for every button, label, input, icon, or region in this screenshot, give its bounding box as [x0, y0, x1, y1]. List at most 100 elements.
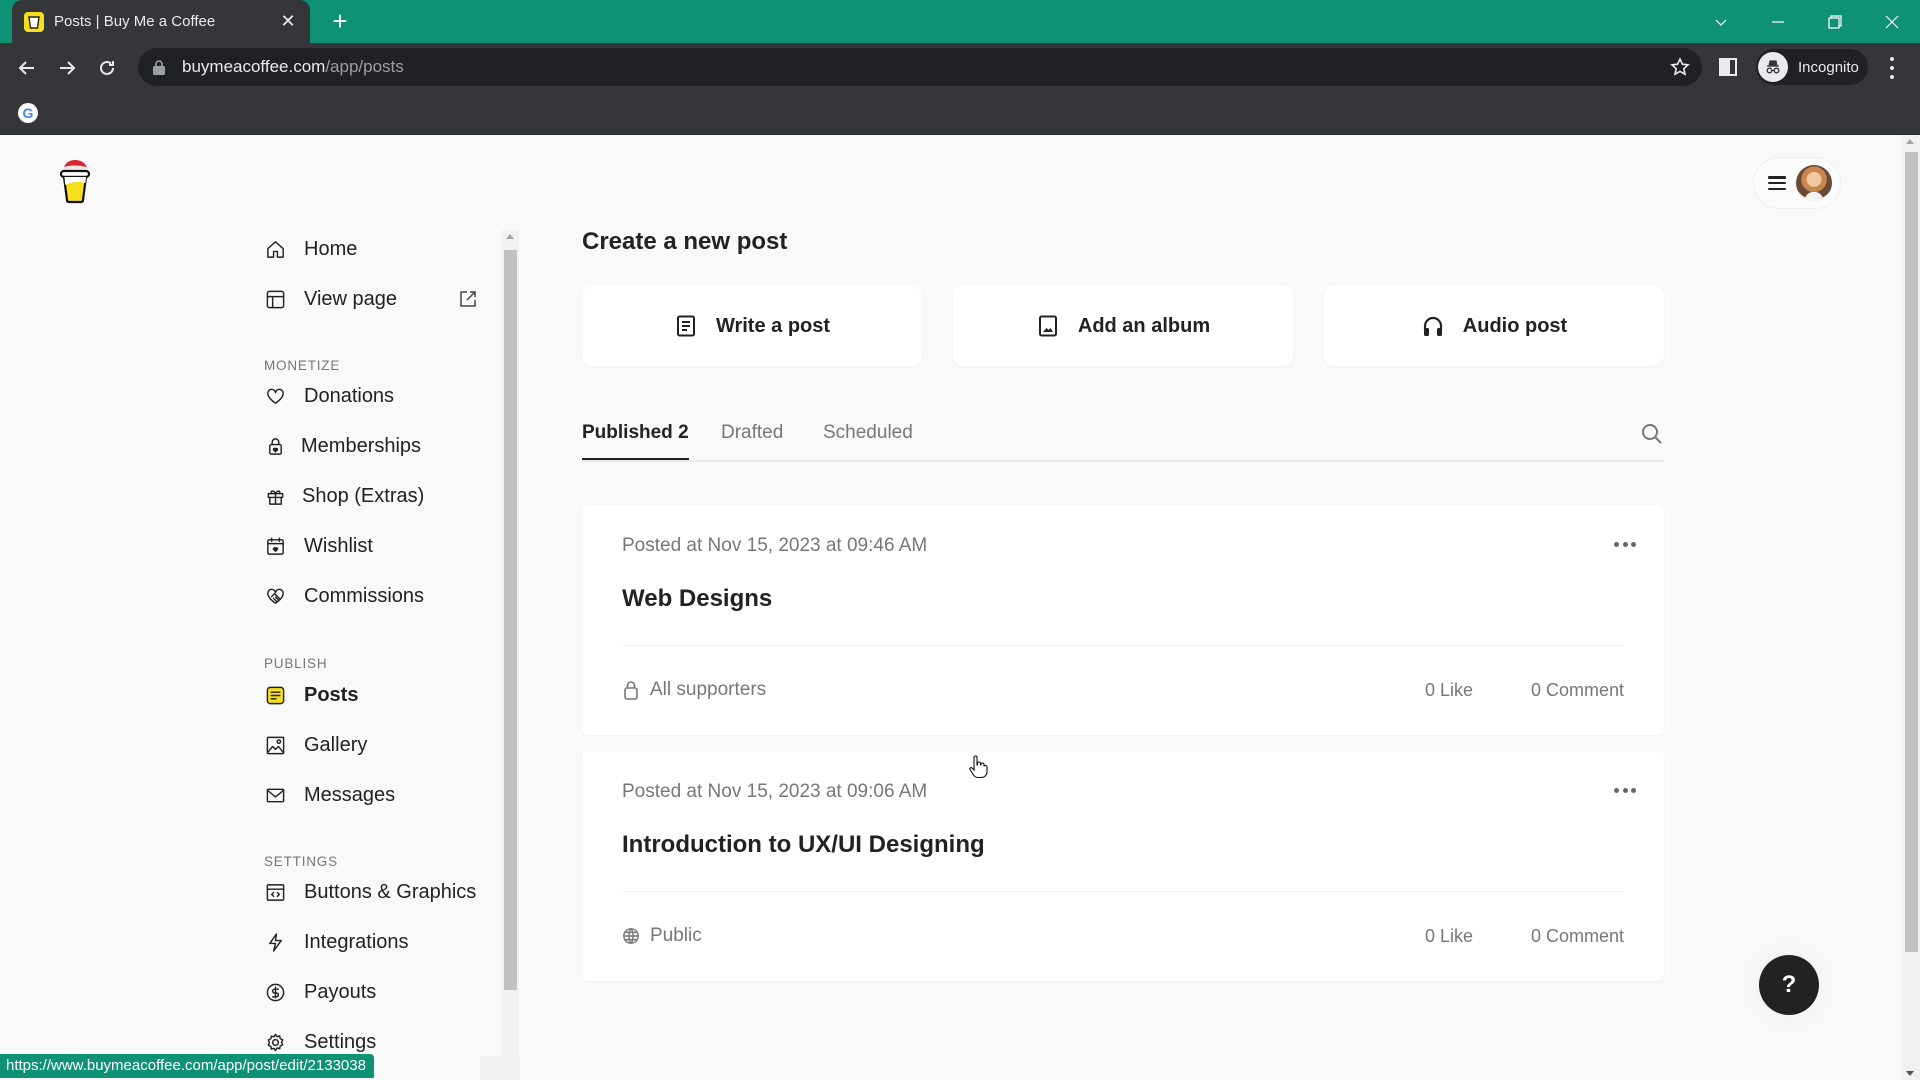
bookmarks-bar: G [0, 92, 1920, 135]
code-window-icon [264, 881, 286, 903]
sidebar-item-donations[interactable]: Donations [264, 380, 394, 412]
divider [622, 891, 1624, 892]
sidebar-item-label: Gallery [304, 733, 368, 756]
tab-drafted[interactable]: Drafted [721, 422, 783, 458]
forward-arrow-icon[interactable] [52, 53, 82, 83]
headphones-icon [1423, 316, 1442, 336]
lightning-icon [264, 931, 286, 953]
audio-post-button[interactable]: Audio post [1324, 286, 1664, 366]
google-icon[interactable]: G [18, 103, 38, 123]
lock-heart-icon [264, 435, 286, 457]
profile-label: Incognito [1798, 58, 1859, 76]
sidebar-item-label: Payouts [304, 980, 377, 1003]
audience-label: Public [650, 925, 702, 946]
sidebar-scrollbar[interactable] [502, 230, 519, 1080]
post-status-tabs: Published 2 Drafted Scheduled [582, 412, 1664, 462]
divider [622, 645, 1624, 646]
bmc-logo[interactable] [58, 153, 92, 205]
tab-search-chevron-icon[interactable] [1692, 0, 1749, 43]
restore-icon[interactable] [1806, 0, 1863, 43]
new-tab-button[interactable]: + [326, 8, 354, 36]
sidebar-item-label: Donations [304, 384, 395, 407]
close-tab-icon[interactable]: ✕ [278, 11, 298, 32]
post-title[interactable]: Web Designs [622, 585, 772, 613]
post-title[interactable]: Introduction to UX/UI Designing [622, 831, 985, 859]
more-options-icon[interactable] [1614, 539, 1636, 549]
sidebar-item-label: Buttons & Graphics [304, 880, 477, 903]
sidebar-item-label: Settings [304, 1030, 377, 1053]
post-card[interactable]: Posted at Nov 15, 2023 at 09:06 AM Intro… [582, 751, 1664, 981]
globe-icon [623, 928, 639, 944]
account-menu-button[interactable] [1754, 158, 1840, 208]
sidebar-item-label: Integrations [304, 930, 409, 953]
tab-scheduled[interactable]: Scheduled [823, 422, 913, 458]
layout-icon [264, 288, 286, 310]
sidebar: Home View page MONETIZE Donations Member… [0, 230, 500, 1080]
gift-icon [264, 485, 286, 507]
minimize-icon[interactable] [1749, 0, 1806, 43]
gear-icon [264, 1031, 286, 1053]
sidebar-scroll-thumb[interactable] [504, 250, 517, 990]
audio-post-label: Audio post [1462, 314, 1568, 337]
sidebar-item-label: Shop (Extras) [302, 484, 425, 507]
incognito-profile-button[interactable]: Incognito [1756, 49, 1868, 85]
post-audience: All supporters [622, 679, 766, 701]
sidebar-item-label: View page [304, 287, 398, 310]
url-path: /app/posts [325, 57, 404, 76]
post-audience: Public [622, 925, 702, 947]
sidebar-item-buttons-graphics[interactable]: Buttons & Graphics [264, 876, 476, 908]
external-link-icon[interactable] [458, 289, 478, 309]
sidebar-item-posts[interactable]: Posts [264, 679, 358, 711]
sidebar-item-integrations[interactable]: Integrations [264, 926, 409, 958]
post-comments[interactable]: 0 Comment [1531, 680, 1624, 701]
sidebar-item-payouts[interactable]: Payouts [264, 976, 376, 1008]
dollar-icon [264, 981, 286, 1003]
hand-cursor-icon [969, 755, 988, 779]
section-label-publish: PUBLISH [264, 656, 328, 671]
side-panel-icon[interactable] [1718, 57, 1738, 77]
sidebar-item-shop[interactable]: Shop (Extras) [264, 480, 424, 512]
handshake-icon [264, 585, 286, 607]
section-label-monetize: MONETIZE [264, 358, 341, 373]
sidebar-item-label: Home [304, 237, 358, 260]
tab-published[interactable]: Published 2 [582, 422, 689, 460]
post-likes[interactable]: 0 Like [1425, 680, 1473, 701]
scroll-up-arrow-icon[interactable] [1906, 139, 1914, 144]
sidebar-item-gallery[interactable]: Gallery [264, 729, 367, 761]
bookmark-star-icon[interactable] [1670, 57, 1690, 77]
reload-icon[interactable] [92, 53, 122, 83]
sidebar-item-wishlist[interactable]: Wishlist [264, 530, 373, 562]
back-arrow-icon[interactable] [12, 53, 42, 83]
post-comments[interactable]: 0 Comment [1531, 926, 1624, 947]
post-card[interactable]: Posted at Nov 15, 2023 at 09:46 AM Web D… [582, 505, 1664, 735]
image-icon [1038, 315, 1057, 337]
post-date: Posted at Nov 15, 2023 at 09:06 AM [622, 781, 928, 802]
window-controls [1692, 0, 1920, 43]
page-scroll-thumb[interactable] [1905, 152, 1918, 952]
sidebar-item-commissions[interactable]: Commissions [264, 580, 424, 612]
sidebar-item-label: Messages [304, 783, 396, 806]
scroll-down-arrow-icon[interactable] [1906, 1071, 1914, 1076]
sidebar-item-view-page[interactable]: View page [264, 283, 397, 315]
write-post-button[interactable]: Write a post [582, 286, 922, 366]
browser-tab[interactable]: Posts | Buy Me a Coffee ✕ [12, 0, 310, 43]
more-options-icon[interactable] [1614, 785, 1636, 795]
scroll-up-arrow-icon[interactable] [506, 234, 514, 239]
audience-label: All supporters [650, 679, 767, 700]
heart-icon [264, 385, 286, 407]
sidebar-item-home[interactable]: Home [264, 233, 357, 265]
add-album-button[interactable]: Add an album [953, 286, 1293, 366]
hamburger-icon [1768, 176, 1786, 190]
sidebar-item-label: Memberships [301, 434, 422, 457]
page-scrollbar[interactable] [1902, 135, 1920, 1080]
search-icon[interactable] [1640, 422, 1664, 446]
close-window-icon[interactable] [1863, 0, 1920, 43]
sidebar-item-messages[interactable]: Messages [264, 779, 395, 811]
lock-icon [624, 681, 638, 700]
address-bar[interactable]: buymeacoffee.com/app/posts [138, 48, 1702, 86]
browser-menu-icon[interactable] [1882, 57, 1902, 79]
sidebar-item-memberships[interactable]: Memberships [264, 430, 421, 462]
calendar-heart-icon [264, 535, 286, 557]
post-likes[interactable]: 0 Like [1425, 926, 1473, 947]
help-button[interactable]: ? [1759, 955, 1819, 1015]
